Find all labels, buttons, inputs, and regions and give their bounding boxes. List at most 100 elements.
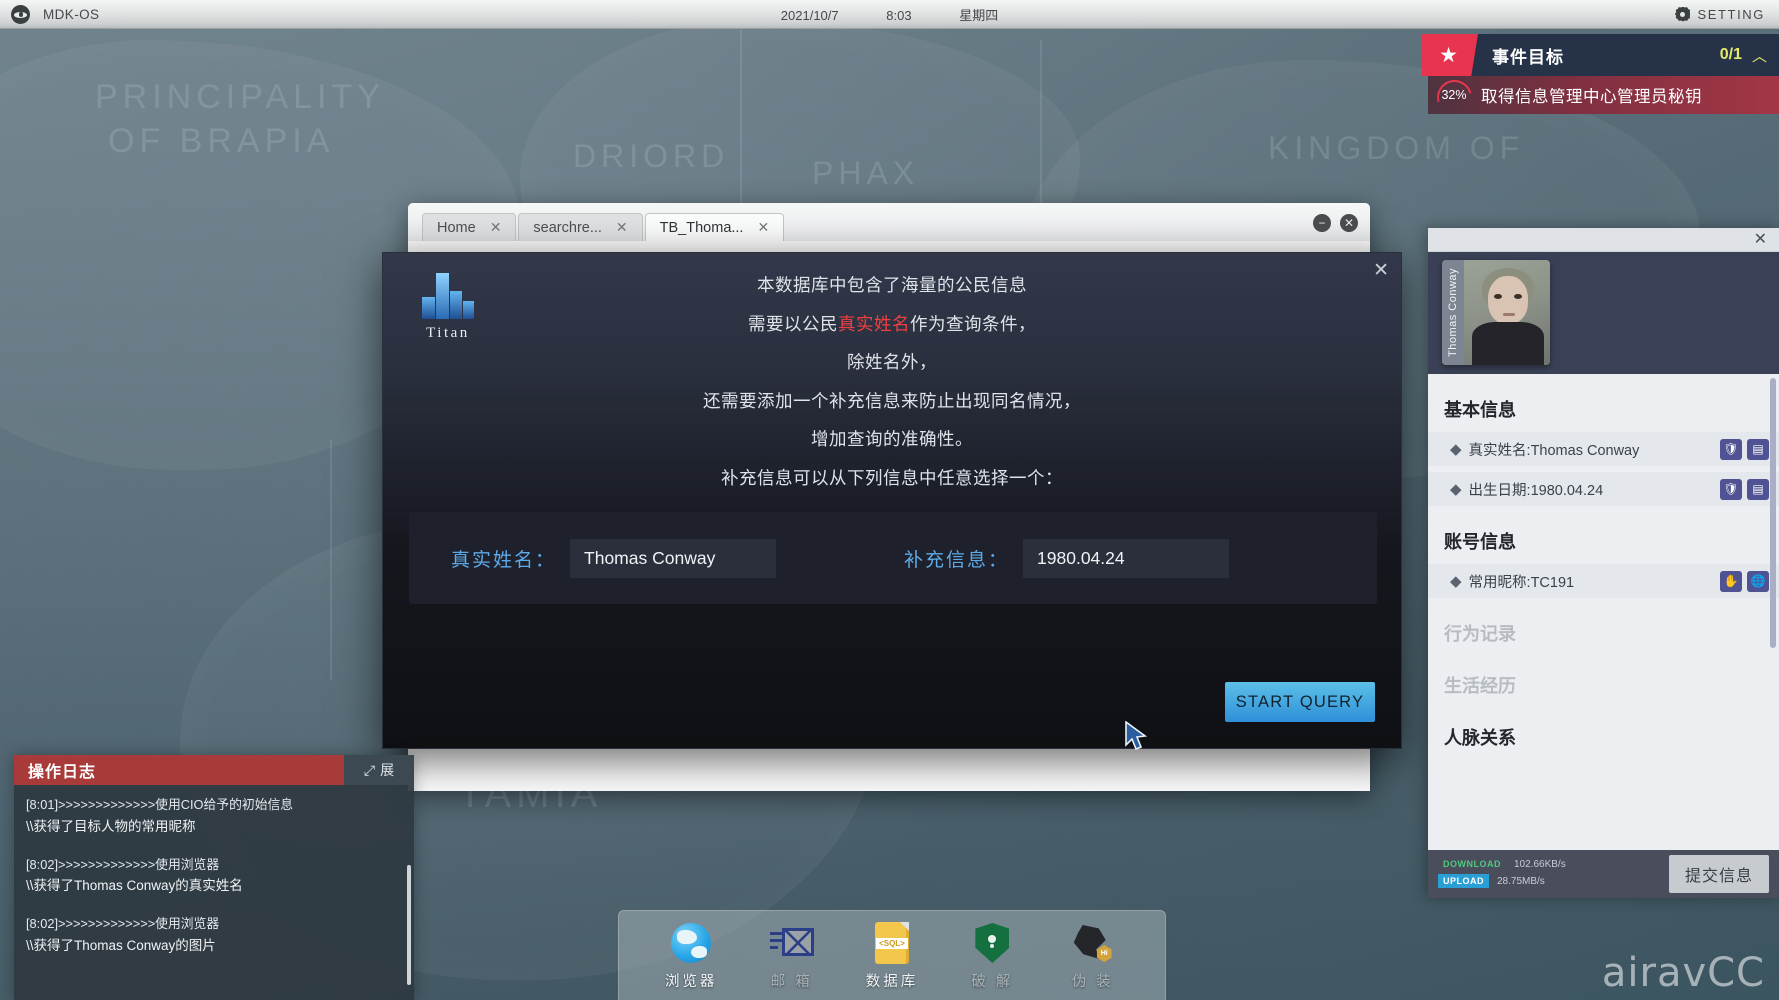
log-result: \\获得了Thomas Conway的图片 <box>26 938 216 954</box>
close-icon[interactable]: ✕ <box>490 219 502 236</box>
titan-logo: Titan <box>405 273 491 342</box>
star-icon: ★ <box>1422 34 1478 76</box>
download-label: DOWNLOAD <box>1443 859 1501 869</box>
profile-section-title: 账号信息 <box>1444 532 1516 552</box>
close-icon[interactable]: ✕ <box>616 219 628 236</box>
dock-item-伪 装[interactable]: Hi 伪 装 <box>1050 920 1136 991</box>
browser-tab[interactable]: Home ✕ <box>422 213 517 241</box>
close-icon[interactable]: ✕ <box>757 219 769 236</box>
map-label: PRINCIPALITY <box>95 78 385 116</box>
expand-icon: ⤢ <box>363 761 376 778</box>
instruction-line: 还需要添加一个补充信息来防止出现同名情况， <box>703 390 1081 411</box>
document-icon[interactable]: ▤ <box>1747 438 1769 460</box>
browser-tab[interactable]: searchre... ✕ <box>518 213 643 241</box>
real-name-label: 真实姓名： <box>451 549 557 571</box>
profile-section-title: 基本信息 <box>1444 400 1516 420</box>
operation-log-header: 操作日志 ⤢ 展 <box>14 755 414 785</box>
map-border-line <box>1040 40 1042 210</box>
map-border-line <box>330 440 332 680</box>
titan-query-dialog: ✕ Titan 本数据库中包含了海量的公民信息 需要以公民真实姓名作为查询条件， 除… <box>382 252 1402 749</box>
download-stat: DOWNLOAD 102.66KB/s <box>1438 857 1566 871</box>
operation-log-body[interactable]: [8:01]>>>>>>>>>>>>>使用CIO给予的初始信息 \\获得了目标人物… <box>14 785 414 1000</box>
titan-instructions: 本数据库中包含了海量的公民信息 需要以公民真实姓名作为查询条件， 除姓名外， 还需要添… <box>383 253 1401 537</box>
dock-item-数据库[interactable]: <SQL> 数据库 <box>849 920 935 991</box>
map-label: PHAX <box>812 155 920 191</box>
instruction-line: 除姓名外， <box>847 352 937 372</box>
operation-log-scrollbar[interactable] <box>407 865 411 985</box>
log-result: \\获得了目标人物的常用昵称 <box>26 818 196 834</box>
objective-header[interactable]: ★ 事件目标 0/1 ︿ <box>1422 34 1779 76</box>
extra-info-label: 补充信息： <box>904 549 1010 571</box>
mask-icon: Hi <box>1050 920 1136 966</box>
system-date: 2021/10/7 <box>780 7 839 23</box>
log-command: [8:02]>>>>>>>>>>>>>使用浏览器 <box>26 916 220 932</box>
objective-title: 事件目标 <box>1492 47 1564 67</box>
hand-icon[interactable]: ✋ <box>1720 570 1742 592</box>
close-icon[interactable]: ✕ <box>1373 259 1389 282</box>
minimize-icon[interactable]: − <box>1313 214 1331 232</box>
extra-info-field-group: 补充信息： <box>904 538 1230 578</box>
mail-icon <box>749 920 835 966</box>
target-photo-card[interactable]: Thomas Conway <box>1442 260 1550 365</box>
profile-info-list[interactable]: 基本信息 ◆ 真实姓名:Thomas Conway 🛡 ▤ ◆ 出生日期:1980.04.2… <box>1428 374 1779 850</box>
extra-info-input[interactable] <box>1023 538 1230 578</box>
browser-tab-label: searchre... <box>533 219 602 236</box>
globe-icon[interactable]: 🌐 <box>1747 570 1769 592</box>
profile-photo-area: Thomas Conway <box>1428 252 1779 374</box>
setting-label: SETTING <box>1697 6 1765 22</box>
map-label: DRIORD <box>573 138 730 174</box>
eye-icon <box>11 4 30 24</box>
log-entry: [8:02]>>>>>>>>>>>>>使用浏览器 \\获得了Thomas Conw… <box>26 854 402 899</box>
dock-item-浏览器[interactable]: 浏览器 <box>648 920 734 991</box>
browser-tab[interactable]: TB_Thoma... ✕ <box>644 213 785 241</box>
dock-item-破 解[interactable]: 破 解 <box>949 920 1035 991</box>
system-clock: 2021/10/7 8:03 星期四 <box>0 5 1779 24</box>
instruction-line: 补充信息可以从下列信息中任意选择一个： <box>721 467 1063 488</box>
expand-log-button[interactable]: ⤢ 展 <box>344 755 414 785</box>
titan-wordmark: Titan <box>426 325 470 341</box>
bullet-icon: ◆ <box>1450 572 1462 590</box>
setting-button[interactable]: SETTING <box>1675 6 1765 22</box>
profile-scrollbar[interactable] <box>1770 378 1776 648</box>
dock-item-label: 数据库 <box>865 974 919 990</box>
objective-task-row[interactable]: 32% 取得信息管理中心管理员秘钥 <box>1428 76 1779 114</box>
objective-count: 0/1 <box>1719 46 1742 63</box>
dock-item-邮 箱[interactable]: 邮 箱 <box>749 920 835 991</box>
profile-info-row: ◆ 真实姓名:Thomas Conway 🛡 ▤ <box>1428 432 1779 466</box>
profile-info-text: 真实姓名:Thomas Conway <box>1468 442 1640 459</box>
close-icon[interactable]: ✕ <box>1340 214 1358 232</box>
browser-tabstrip: Home ✕ searchre... ✕ TB_Thoma... ✕ − ✕ <box>408 203 1370 241</box>
titan-mark-icon <box>420 273 476 319</box>
shield-icon[interactable]: 🛡 <box>1720 478 1742 500</box>
close-icon[interactable]: ✕ <box>1754 231 1767 248</box>
shield-icon[interactable]: 🛡 <box>1720 438 1742 460</box>
highlight-text: 真实姓名 <box>838 313 910 334</box>
globe-icon <box>648 920 734 966</box>
browser-tab-label: Home <box>437 219 476 236</box>
real-name-input[interactable] <box>570 538 777 578</box>
log-command: [8:02]>>>>>>>>>>>>>使用浏览器 <box>26 856 220 872</box>
upload-stat: UPLOAD 28.75MB/s <box>1438 874 1566 888</box>
system-time: 8:03 <box>886 7 912 23</box>
chevron-up-icon[interactable]: ︿ <box>1752 45 1767 66</box>
dock-item-label: 邮 箱 <box>770 974 813 990</box>
desktop-screen: PRINCIPALITY OF BRAPIA DRIORD PHAX KINGDOM O… <box>0 0 1779 1000</box>
target-profile-panel: ✕ Thomas Conway 基本信息 ◆ 真实姓名:Thomas Conway 🛡… <box>1428 228 1779 898</box>
target-photo-name: Thomas Conway <box>1442 260 1464 365</box>
sql-file-icon: <SQL> <box>849 920 935 966</box>
submit-info-button[interactable]: 提交信息 <box>1668 855 1769 893</box>
watermark: airavCC <box>1601 950 1765 996</box>
target-portrait <box>1464 260 1550 365</box>
system-top-bar: MDK-OS 2021/10/7 8:03 星期四 SETTING <box>0 0 1779 29</box>
log-command: [8:01]>>>>>>>>>>>>>使用CIO给予的初始信息 <box>26 797 294 812</box>
instruction-line: 本数据库中包含了海量的公民信息 <box>757 275 1027 295</box>
instruction-line: 需要以公民真实姓名作为查询条件， <box>748 313 1036 334</box>
os-name-label: MDK-OS <box>43 6 100 22</box>
gear-icon <box>1675 6 1691 22</box>
instruction-line: 增加查询的准确性。 <box>811 429 973 449</box>
start-query-button[interactable]: START QUERY <box>1225 682 1375 722</box>
log-entry: [8:01]>>>>>>>>>>>>>使用CIO给予的初始信息 \\获得了目标人物… <box>26 794 402 839</box>
objective-task-label: 取得信息管理中心管理员秘钥 <box>1481 88 1702 106</box>
document-icon[interactable]: ▤ <box>1747 478 1769 500</box>
map-border-line <box>740 30 742 210</box>
